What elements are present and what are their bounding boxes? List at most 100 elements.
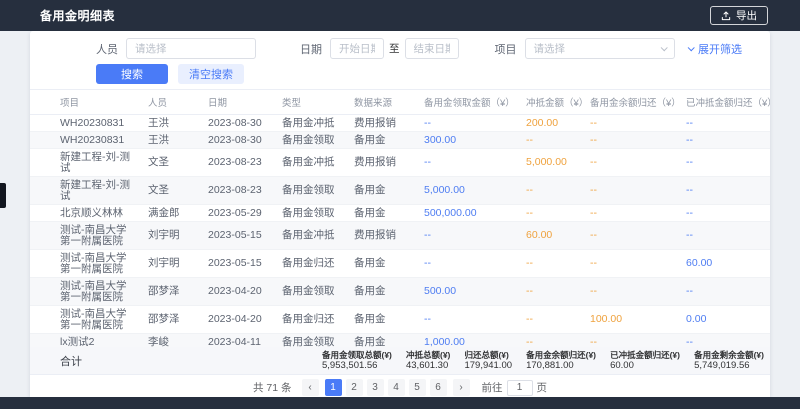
table-cell: -- xyxy=(584,177,680,205)
page-button-1[interactable]: 1 xyxy=(325,379,342,396)
table-cell: 200.00 xyxy=(520,115,584,132)
table-cell: 新建工程-刘-测试 xyxy=(30,177,142,205)
summary-total-label: 合计 xyxy=(30,353,82,369)
pagination-bar: 共 71 条 ‹ 123456 › 前往 页 xyxy=(30,375,770,396)
table-cell: -- xyxy=(680,149,770,177)
table-row: 新建工程-刘-测试文圣2023-08-23备用金冲抵费用报销--5,000.00… xyxy=(30,149,770,177)
summary-item: 冲抵总额(¥)43,601.30 xyxy=(406,350,450,371)
clear-search-button[interactable]: 清空搜索 xyxy=(178,64,244,84)
project-filter-placeholder: 请选择 xyxy=(534,41,566,56)
date-end-input[interactable] xyxy=(405,38,459,59)
search-button[interactable]: 搜索 xyxy=(96,64,168,84)
table-cell: -- xyxy=(584,149,680,177)
date-start-input[interactable] xyxy=(330,38,384,59)
page-button-6[interactable]: 6 xyxy=(430,379,447,396)
table-cell: 2023-08-23 xyxy=(202,149,276,177)
date-filter-label: 日期 xyxy=(300,41,322,57)
column-header: 日期 xyxy=(202,90,276,115)
prev-page-button[interactable]: ‹ xyxy=(302,379,319,396)
table-cell: 2023-08-30 xyxy=(202,132,276,149)
table-cell: 备用金冲抵 xyxy=(276,222,348,250)
table-cell: -- xyxy=(680,334,770,348)
table-cell: 满金郎 xyxy=(142,205,202,222)
table-row: 测试-南昌大学第一附属医院邵梦泽2023-04-20备用金领取备用金500.00… xyxy=(30,278,770,306)
table-cell: 测试-南昌大学第一附属医院 xyxy=(30,250,142,278)
table-row: 北京顺义林林满金郎2023-05-29备用金领取备用金500,000.00---… xyxy=(30,205,770,222)
table-cell: -- xyxy=(680,222,770,250)
table-cell: 2023-08-30 xyxy=(202,115,276,132)
summary-item: 归还总额(¥)179,941.00 xyxy=(464,350,512,371)
table-cell: 邵梦泽 xyxy=(142,306,202,334)
summary-item-label: 备用金余额归还(¥) xyxy=(526,350,596,360)
table-header-row: 项目人员日期类型数据来源备用金领取金额（¥）冲抵金额（¥）备用金余额归还（¥）已… xyxy=(30,90,770,115)
table-cell: 备用金 xyxy=(348,278,418,306)
page-button-3[interactable]: 3 xyxy=(367,379,384,396)
page-button-5[interactable]: 5 xyxy=(409,379,426,396)
table-cell: 费用报销 xyxy=(348,149,418,177)
table-cell: 0.00 xyxy=(680,306,770,334)
page-button-2[interactable]: 2 xyxy=(346,379,363,396)
goto-page-input[interactable] xyxy=(507,380,533,396)
table-cell: 备用金冲抵 xyxy=(276,149,348,177)
table-row: lx测试2李峻2023-04-11备用金领取备用金1,000.00------ xyxy=(30,334,770,348)
summary-item-value: 5,953,501.56 xyxy=(322,360,392,371)
table-cell: -- xyxy=(584,222,680,250)
table-cell: -- xyxy=(584,132,680,149)
expand-filter-link[interactable]: 展开筛选 xyxy=(688,41,742,57)
table-cell: 备用金 xyxy=(348,177,418,205)
table-cell: 2023-04-20 xyxy=(202,306,276,334)
table-cell: lx测试2 xyxy=(30,334,142,348)
table-cell: -- xyxy=(520,205,584,222)
next-page-button[interactable]: › xyxy=(453,379,470,396)
summary-item-value: 5,749,019.56 xyxy=(694,360,764,371)
table-cell: 备用金 xyxy=(348,306,418,334)
table-row: WH20230831王洪2023-08-30备用金冲抵费用报销--200.00-… xyxy=(30,115,770,132)
table-cell: -- xyxy=(520,132,584,149)
table-row: 测试-南昌大学第一附属医院邵梦泽2023-04-20备用金归还备用金----10… xyxy=(30,306,770,334)
table-cell: 备用金 xyxy=(348,250,418,278)
table-cell: 500.00 xyxy=(418,278,520,306)
sidebar-collapse-handle[interactable] xyxy=(0,183,6,208)
table-cell: -- xyxy=(584,115,680,132)
table-cell: -- xyxy=(680,115,770,132)
table-cell: 2023-08-23 xyxy=(202,177,276,205)
table-cell: -- xyxy=(418,115,520,132)
content-card: 人员 日期 至 项目 请选择 展开筛选 搜索 xyxy=(30,31,770,397)
column-header: 备用金余额归还（¥） xyxy=(584,90,680,115)
table-cell: 测试-南昌大学第一附属医院 xyxy=(30,306,142,334)
column-header: 已冲抵金额归还（¥） xyxy=(680,90,770,115)
table-cell: 备用金领取 xyxy=(276,177,348,205)
column-header: 类型 xyxy=(276,90,348,115)
table-cell: 2023-04-20 xyxy=(202,278,276,306)
table-cell: -- xyxy=(520,177,584,205)
page-button-4[interactable]: 4 xyxy=(388,379,405,396)
summary-item-label: 备用金剩余金额(¥) xyxy=(694,350,764,360)
export-button-label: 导出 xyxy=(736,8,757,23)
summary-item: 已冲抵金额归还(¥)60.00 xyxy=(610,350,680,371)
export-button[interactable]: 导出 xyxy=(710,6,768,25)
summary-items: 备用金领取总额(¥)5,953,501.56冲抵总额(¥)43,601.30归还… xyxy=(322,350,770,371)
table-cell: WH20230831 xyxy=(30,132,142,149)
table-cell: 新建工程-刘-测试 xyxy=(30,149,142,177)
data-table: 项目人员日期类型数据来源备用金领取金额（¥）冲抵金额（¥）备用金余额归还（¥）已… xyxy=(30,89,770,347)
table-cell: -- xyxy=(584,334,680,348)
table-cell: 备用金领取 xyxy=(276,132,348,149)
table-cell: 测试-南昌大学第一附属医院 xyxy=(30,278,142,306)
column-header: 备用金领取金额（¥） xyxy=(418,90,520,115)
summary-item-value: 170,881.00 xyxy=(526,360,596,371)
table-row: 新建工程-刘-测试文圣2023-08-23备用金领取备用金5,000.00---… xyxy=(30,177,770,205)
table-cell: 5,000.00 xyxy=(520,149,584,177)
table-cell: 王洪 xyxy=(142,132,202,149)
expand-filter-label: 展开筛选 xyxy=(698,41,742,57)
table-cell: 500,000.00 xyxy=(418,205,520,222)
table-cell: 北京顺义林林 xyxy=(30,205,142,222)
table-cell: 备用金冲抵 xyxy=(276,115,348,132)
export-icon xyxy=(721,11,731,21)
table-cell: 60.00 xyxy=(680,250,770,278)
person-filter-input[interactable] xyxy=(126,38,256,59)
table-cell: 备用金领取 xyxy=(276,334,348,348)
column-header: 冲抵金额（¥） xyxy=(520,90,584,115)
summary-item-label: 已冲抵金额归还(¥) xyxy=(610,350,680,360)
project-filter-select[interactable]: 请选择 xyxy=(525,38,675,59)
person-filter-label: 人员 xyxy=(96,41,118,57)
